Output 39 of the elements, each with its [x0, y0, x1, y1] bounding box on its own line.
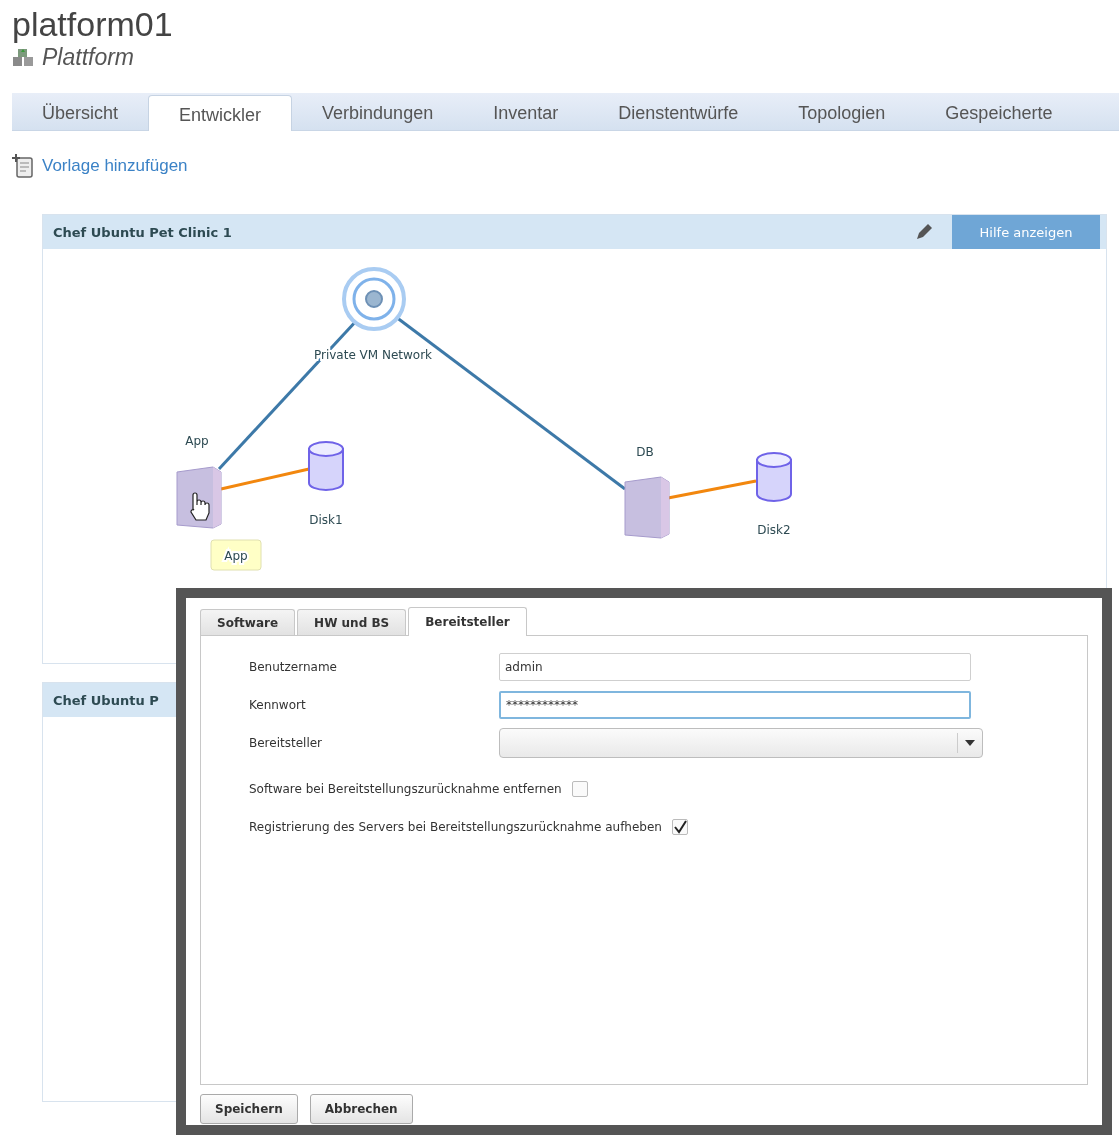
tab[interactable]: Gespeicherte [915, 96, 1083, 130]
panel-title: Chef Ubuntu Pet Clinic 1 [53, 224, 232, 240]
panel-title: Chef Ubuntu P [53, 692, 159, 708]
cubes-icon [12, 47, 36, 68]
tab[interactable]: Entwickler [148, 95, 293, 131]
tab[interactable]: Verbindungen [292, 96, 464, 130]
page-subtitle: Plattform [42, 44, 135, 71]
add-template-link[interactable]: Vorlage hinzufügen [42, 156, 188, 176]
page-title: platform01 [12, 4, 174, 44]
tab[interactable]: Inventar [463, 96, 589, 130]
tab[interactable]: Dienstentwürfe [588, 96, 769, 130]
checkbox-label: Software bei Bereitstellungszurücknahme entfernen [249, 782, 562, 796]
pencil-icon [914, 222, 934, 242]
network-icon[interactable] [342, 267, 406, 331]
node-label: DB [636, 445, 654, 459]
tab[interactable]: Software [200, 609, 296, 635]
caret-icon [965, 740, 975, 746]
checkbox[interactable] [571, 781, 588, 797]
tab[interactable]: HW und BS [297, 609, 407, 635]
tooltip: App [210, 539, 262, 571]
document-add-icon [12, 153, 36, 179]
disk-icon[interactable] [308, 441, 344, 491]
hand-cursor-icon [190, 492, 210, 521]
node-label: Disk1 [309, 513, 343, 527]
input-field[interactable]: admin [499, 653, 971, 681]
dialog-button[interactable]: Abbrechen [309, 1094, 413, 1124]
checkbox[interactable] [671, 819, 688, 835]
node-label: Disk2 [757, 523, 791, 537]
disk-icon[interactable] [756, 452, 792, 502]
tab[interactable]: Übersicht [12, 96, 149, 130]
tab[interactable]: Bereitsteller [408, 607, 527, 636]
field-label: Bereitsteller [249, 736, 324, 750]
field-label: Benutzername [249, 660, 338, 674]
input-field[interactable]: ************ [499, 691, 971, 719]
checkbox-label: Registrierung des Servers bei Bereitstellungszurücknahme aufheben [249, 820, 662, 834]
field-label: Kennwort [249, 698, 307, 712]
dialog-button[interactable]: Speichern [200, 1094, 298, 1124]
node-label: App [185, 434, 209, 448]
tab[interactable]: Topologien [768, 96, 916, 130]
